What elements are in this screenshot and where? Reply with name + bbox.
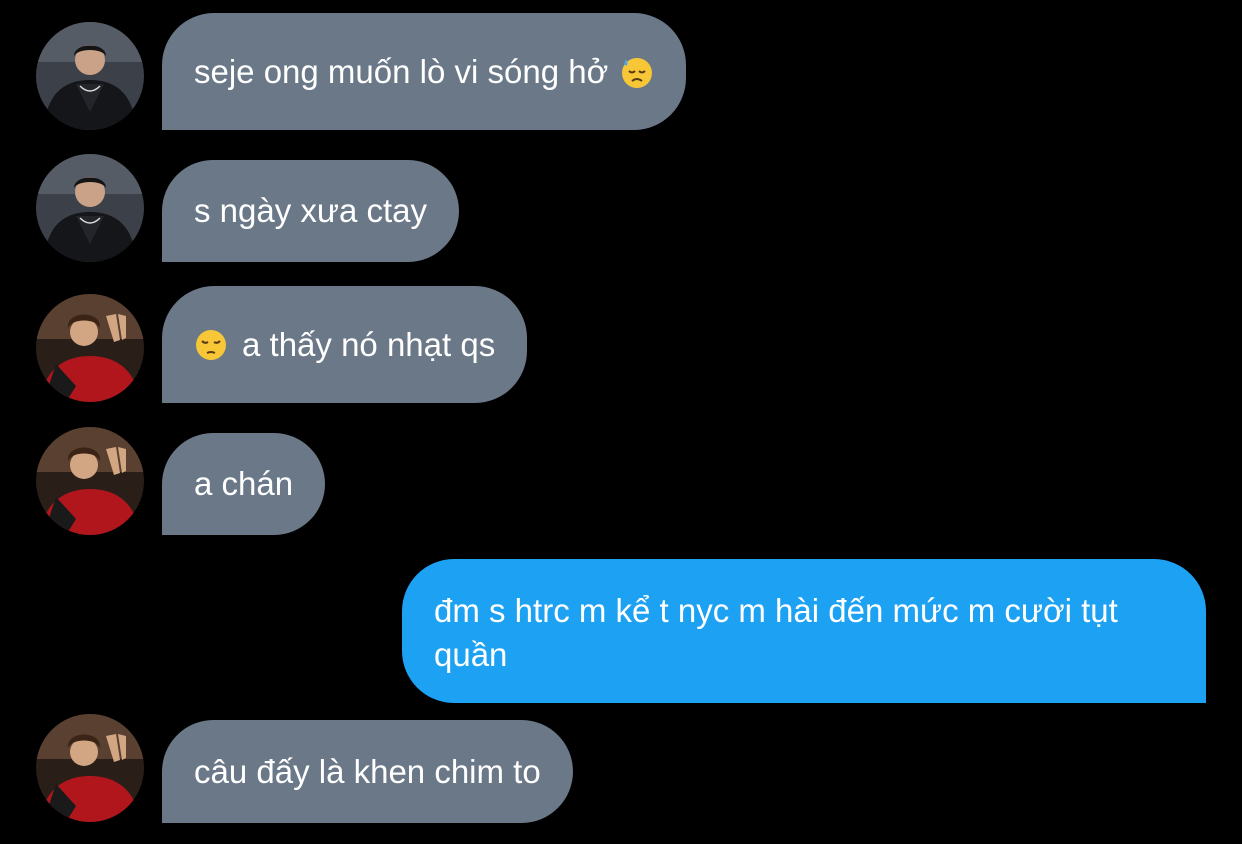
message-text: a thấy nó nhạt qs — [242, 325, 496, 363]
message-text: câu đấy là khen chim to — [194, 752, 541, 790]
avatar-photo-dark-hoodie — [36, 154, 144, 262]
message-thread: seje ong muốn lò vi sóng hở s ngày xưa c… — [0, 0, 1242, 844]
message-bubble-incoming[interactable]: s ngày xưa ctay — [162, 160, 460, 262]
message-text: đm s htrc m kể t nyc m hài đến mức m cườ… — [434, 592, 1118, 673]
avatar-friend-2[interactable] — [36, 294, 144, 402]
pensive-face-icon — [194, 328, 228, 362]
message-bubble-outgoing[interactable]: đm s htrc m kể t nyc m hài đến mức m cườ… — [402, 559, 1206, 703]
avatar-friend-1[interactable] — [36, 154, 144, 262]
avatar-friend-1[interactable] — [36, 22, 144, 130]
avatar-photo-red-jacket — [36, 294, 144, 402]
message-bubble-incoming[interactable]: câu đấy là khen chim to — [162, 720, 573, 823]
downcast-face-with-sweat-icon — [620, 55, 654, 89]
message-bubble-incoming[interactable]: seje ong muốn lò vi sóng hở — [162, 13, 687, 130]
message-text: a chán — [194, 465, 294, 502]
avatar-photo-red-jacket — [36, 427, 144, 535]
avatar-photo-red-jacket — [36, 714, 144, 822]
message-text: seje ong muốn lò vi sóng hở — [194, 52, 609, 90]
message-bubble-incoming[interactable]: a thấy nó nhạt qs — [162, 286, 528, 403]
avatar-friend-2[interactable] — [36, 427, 144, 535]
avatar-photo-dark-hoodie — [36, 22, 144, 130]
avatar-friend-2[interactable] — [36, 714, 144, 822]
message-bubble-incoming[interactable]: a chán — [162, 433, 326, 535]
message-text: s ngày xưa ctay — [194, 192, 428, 229]
